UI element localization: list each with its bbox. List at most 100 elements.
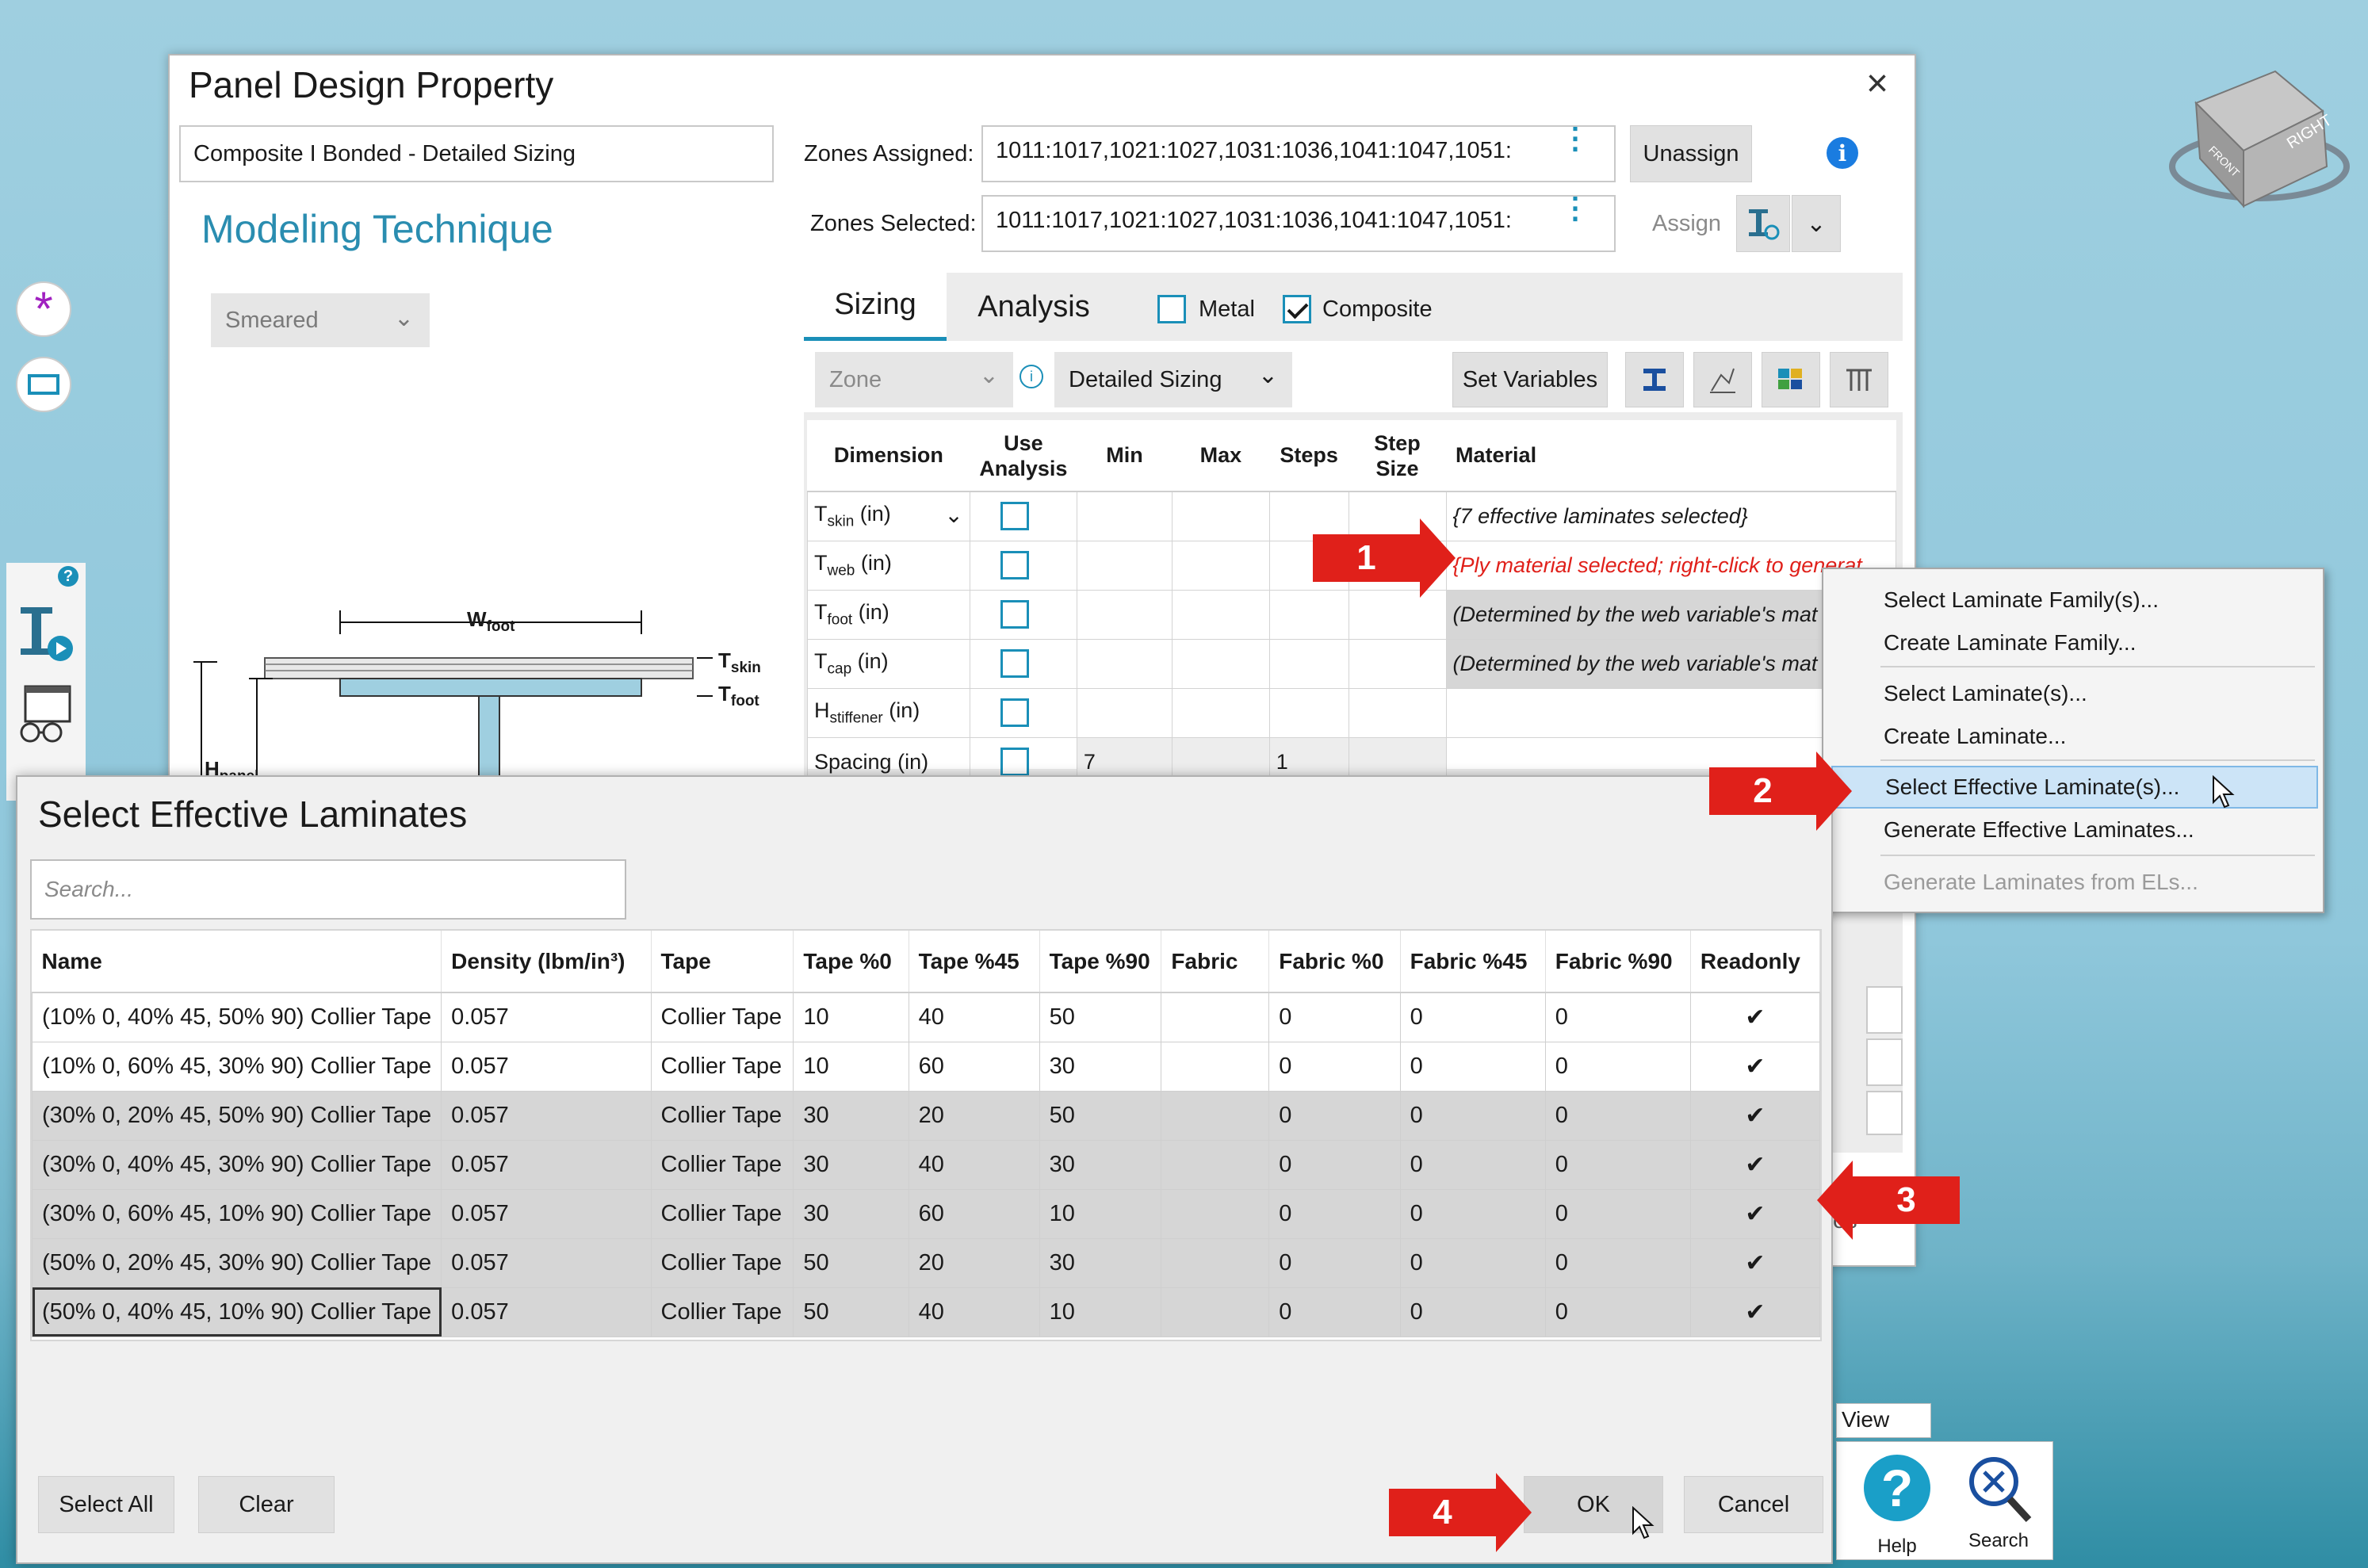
columns-view-button[interactable]: [1830, 352, 1888, 407]
zones-selected-menu-icon[interactable]: ⋮: [1560, 197, 1590, 224]
max-cell[interactable]: [1172, 638, 1270, 689]
set-variables-button[interactable]: Set Variables: [1452, 352, 1608, 407]
steps-cell[interactable]: [1268, 638, 1349, 689]
use-analysis-checkbox[interactable]: [1000, 698, 1029, 727]
col-name[interactable]: Name: [32, 931, 442, 993]
step-size-cell[interactable]: [1348, 687, 1447, 738]
layup-view-button[interactable]: [1762, 352, 1820, 407]
menu-select-laminate-family[interactable]: Select Laminate Family(s)...: [1823, 579, 2315, 621]
dimension-cell[interactable]: Tweb (in): [807, 540, 970, 591]
menu-select-effective-laminates[interactable]: Select Effective Laminate(s)...: [1831, 766, 2318, 809]
menu-create-laminate-family[interactable]: Create Laminate Family...: [1823, 621, 2315, 664]
col-readonly[interactable]: Readonly: [1690, 931, 1821, 993]
name-cell[interactable]: (10% 0, 40% 45, 50% 90) Collier Tape: [31, 992, 442, 1042]
table-row[interactable]: Tcap (in) (Determined by the web variabl…: [807, 638, 1897, 689]
table-row[interactable]: (50% 0, 40% 45, 10% 90) Collier Tape 0.05…: [31, 1287, 1821, 1337]
min-cell[interactable]: [1076, 589, 1173, 640]
name-cell[interactable]: (50% 0, 20% 45, 30% 90) Collier Tape: [31, 1237, 442, 1288]
tooltip-icon[interactable]: i: [1020, 365, 1043, 388]
col-fabric-0[interactable]: Fabric %0: [1268, 931, 1401, 993]
menu-create-laminate[interactable]: Create Laminate...: [1823, 715, 2315, 758]
metal-checkbox[interactable]: [1157, 295, 1186, 323]
dimension-cell[interactable]: Tfoot (in): [807, 589, 970, 640]
steps-cell[interactable]: [1268, 687, 1349, 738]
stiffener-dropdown-button[interactable]: ⌄: [1792, 195, 1841, 252]
unassign-button[interactable]: Unassign: [1630, 125, 1752, 182]
use-analysis-cell[interactable]: [969, 589, 1077, 640]
max-cell[interactable]: [1172, 491, 1270, 541]
use-analysis-cell[interactable]: [969, 638, 1077, 689]
max-cell[interactable]: [1172, 589, 1270, 640]
i-beam-view-button[interactable]: [1625, 352, 1684, 407]
help-ribbon-button[interactable]: ? Help: [1848, 1450, 1946, 1558]
max-cell[interactable]: [1172, 687, 1270, 738]
name-cell[interactable]: (10% 0, 60% 45, 30% 90) Collier Tape: [31, 1041, 442, 1092]
viewcube[interactable]: RIGHT FRONT: [2164, 55, 2355, 214]
min-cell[interactable]: [1076, 687, 1173, 738]
col-tape-45[interactable]: Tape %45: [909, 931, 1040, 993]
rectangle-tool-button[interactable]: [16, 357, 71, 412]
table-row[interactable]: (10% 0, 60% 45, 30% 90) Collier Tape 0.05…: [31, 1041, 1821, 1092]
chart-view-button[interactable]: [1693, 352, 1752, 407]
col-fabric-90[interactable]: Fabric %90: [1545, 931, 1691, 993]
col-tape-0[interactable]: Tape %0: [793, 931, 909, 993]
family-field[interactable]: Composite I Bonded - Detailed Sizing: [179, 125, 774, 182]
dimension-cell[interactable]: Hstiffener (in): [807, 687, 970, 738]
dimension-cell[interactable]: Tcap (in): [807, 638, 970, 689]
asterisk-tool-button[interactable]: *: [16, 281, 71, 337]
name-cell[interactable]: (30% 0, 60% 45, 10% 90) Collier Tape: [31, 1188, 442, 1239]
col-tape-90[interactable]: Tape %90: [1039, 931, 1162, 993]
menu-generate-effective-laminates[interactable]: Generate Effective Laminates...: [1823, 809, 2315, 851]
clear-button[interactable]: Clear: [198, 1476, 335, 1533]
search-ribbon-button[interactable]: Search: [1949, 1450, 2048, 1558]
info-icon[interactable]: i: [1827, 137, 1858, 169]
table-row[interactable]: (50% 0, 20% 45, 30% 90) Collier Tape 0.05…: [31, 1237, 1821, 1288]
col-density[interactable]: Density (lbm/in³): [441, 931, 652, 993]
table-row[interactable]: (30% 0, 60% 45, 10% 90) Collier Tape 0.05…: [31, 1188, 1821, 1239]
help-badge-icon[interactable]: ?: [58, 566, 78, 587]
cancel-button[interactable]: Cancel: [1684, 1476, 1823, 1533]
partial-field[interactable]: [1866, 986, 1903, 1034]
use-analysis-cell[interactable]: [969, 491, 1077, 541]
table-row[interactable]: (30% 0, 40% 45, 30% 90) Collier Tape 0.05…: [31, 1139, 1821, 1190]
step-size-cell[interactable]: [1348, 638, 1447, 689]
zone-combo[interactable]: Zone ⌄: [815, 352, 1013, 407]
partial-field[interactable]: [1866, 1038, 1903, 1086]
zones-selected-field[interactable]: 1011:1017,1021:1027,1031:1036,1041:1047,…: [981, 195, 1616, 252]
assign-button[interactable]: Assign: [1652, 211, 1721, 237]
material-cell[interactable]: {7 effective laminates selected}: [1445, 491, 1897, 541]
use-analysis-cell[interactable]: [969, 687, 1077, 738]
menu-select-laminates[interactable]: Select Laminate(s)...: [1823, 672, 2315, 715]
max-cell[interactable]: [1172, 540, 1270, 591]
table-row[interactable]: (30% 0, 20% 45, 50% 90) Collier Tape 0.05…: [31, 1090, 1821, 1141]
tab-analysis[interactable]: Analysis: [947, 273, 1121, 341]
partial-field[interactable]: [1866, 1091, 1903, 1135]
zones-assigned-field[interactable]: 1011:1017,1021:1027,1031:1036,1041:1047,…: [981, 125, 1616, 182]
use-analysis-checkbox[interactable]: [1000, 550, 1029, 579]
dimension-cell[interactable]: Tskin (in) ⌄: [807, 491, 970, 541]
min-cell[interactable]: [1076, 540, 1173, 591]
use-analysis-checkbox[interactable]: [1000, 648, 1029, 678]
zones-assigned-menu-icon[interactable]: ⋮: [1560, 127, 1590, 154]
use-analysis-checkbox[interactable]: [1000, 747, 1029, 776]
col-fabric[interactable]: Fabric: [1161, 931, 1270, 993]
use-analysis-checkbox[interactable]: [1000, 599, 1029, 629]
tab-sizing[interactable]: Sizing: [804, 273, 947, 341]
col-tape[interactable]: Tape: [651, 931, 794, 993]
table-row[interactable]: Hstiffener (in): [807, 687, 1897, 738]
laminate-search-input[interactable]: Search...: [30, 859, 626, 920]
col-fabric-45[interactable]: Fabric %45: [1400, 931, 1546, 993]
min-cell[interactable]: [1076, 638, 1173, 689]
use-analysis-checkbox[interactable]: [1000, 502, 1029, 530]
viewer-tool-icon[interactable]: [14, 682, 78, 745]
stiffener-tool-icon[interactable]: [14, 602, 78, 666]
table-row[interactable]: (10% 0, 40% 45, 50% 90) Collier Tape 0.05…: [31, 992, 1821, 1042]
composite-checkbox[interactable]: [1283, 295, 1311, 323]
sizing-method-combo[interactable]: Detailed Sizing ⌄: [1054, 352, 1292, 407]
name-cell[interactable]: (30% 0, 20% 45, 50% 90) Collier Tape: [31, 1090, 442, 1141]
view-tab-label[interactable]: View: [1842, 1407, 1889, 1432]
min-cell[interactable]: [1076, 491, 1173, 541]
modeling-technique-select[interactable]: Smeared ⌄: [211, 293, 430, 347]
name-cell[interactable]: (30% 0, 40% 45, 30% 90) Collier Tape: [31, 1139, 442, 1190]
use-analysis-cell[interactable]: [969, 540, 1077, 591]
